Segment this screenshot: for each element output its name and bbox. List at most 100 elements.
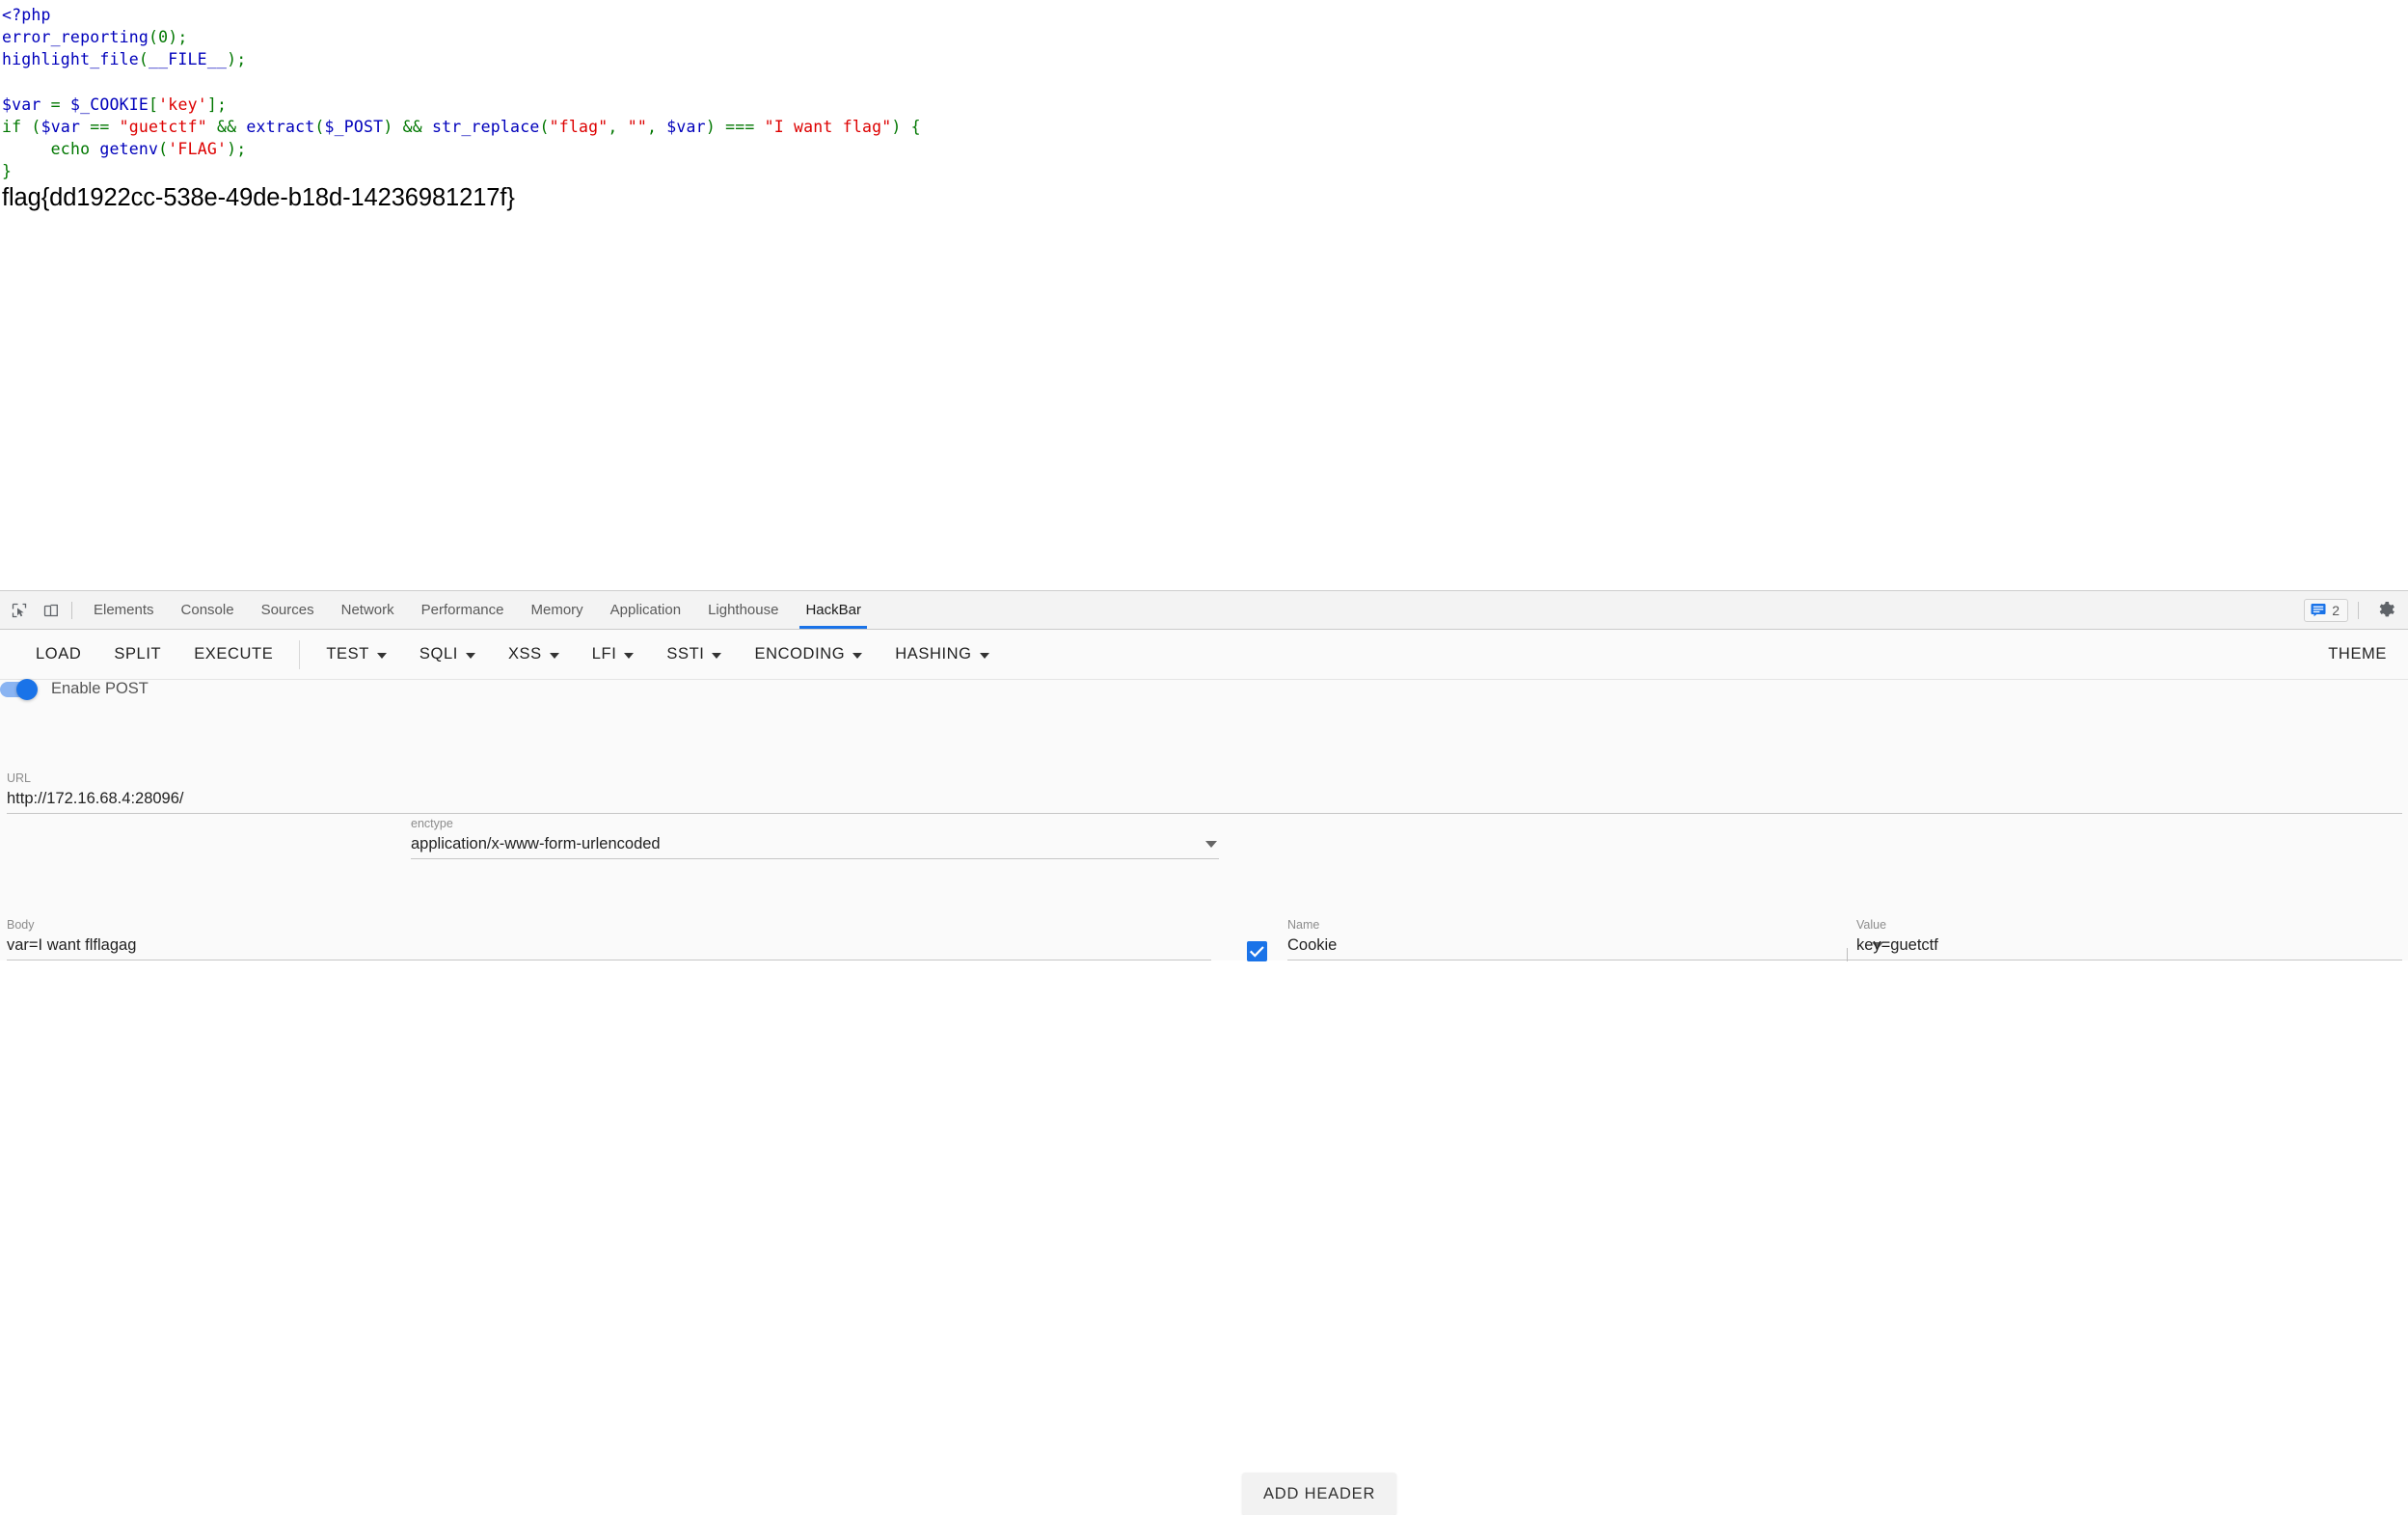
devtools-tab-label: Performance xyxy=(420,602,504,618)
code-token: ( xyxy=(539,118,550,137)
code-line: highlight_file(__FILE__); xyxy=(2,48,921,70)
theme-button[interactable]: THEME xyxy=(2328,630,2387,679)
hackbar-menu-xss[interactable]: XSS xyxy=(492,630,576,679)
hackbar-form: URL http://172.16.68.4:28096/ Enable POS… xyxy=(0,678,2408,1515)
hackbar-menu-sqli[interactable]: SQLI xyxy=(403,630,492,679)
code-token: = xyxy=(41,95,70,114)
hackbar-menu-ssti[interactable]: SSTI xyxy=(650,630,738,679)
enctype-select-value[interactable]: application/x-www-form-urlencoded xyxy=(411,833,661,854)
header-name-field[interactable]: Name Cookie xyxy=(1247,918,1885,961)
code-token: getenv xyxy=(99,140,159,159)
chevron-down-icon[interactable] xyxy=(465,652,475,659)
code-token: && xyxy=(206,118,247,137)
code-token: highlight_file xyxy=(2,50,139,69)
header-name-label: Name xyxy=(1287,918,1320,932)
devtools-tab-label: Console xyxy=(180,602,234,618)
add-header-button[interactable]: ADD HEADER xyxy=(1242,1473,1397,1515)
header-name-input[interactable]: Cookie xyxy=(1287,934,1337,956)
code-line: echo getenv('FLAG'); xyxy=(2,138,921,160)
flag-output-text: flag{dd1922cc-538e-49de-b18d-14236981217… xyxy=(2,184,515,211)
code-token: ( xyxy=(21,118,41,137)
code-token: ); xyxy=(227,50,247,69)
hackbar-menu-label: SSTI xyxy=(666,645,705,663)
header-field-divider xyxy=(1847,948,1848,961)
header-value-input[interactable]: key=guetctf xyxy=(1856,934,2402,956)
devtools-tabbar: Elements Console Sources Network Performance… xyxy=(0,591,2408,630)
devtools-tab-label: Network xyxy=(340,602,394,618)
chevron-down-icon[interactable] xyxy=(852,652,863,659)
devtools-tab-elements[interactable]: Elements xyxy=(80,591,168,629)
body-field[interactable]: Body var=I want flflagag xyxy=(7,918,1211,960)
hackbar-menu-label: LOAD xyxy=(36,645,82,663)
hackbar-menu-split[interactable]: SPLIT xyxy=(97,630,177,679)
hackbar-panel: LOAD SPLIT EXECUTE TEST SQLI XSS LFI SSTI ENCODI… xyxy=(0,630,2408,1515)
code-token: __FILE__ xyxy=(149,50,228,69)
hackbar-menu-execute[interactable]: EXECUTE xyxy=(177,630,289,679)
chevron-down-icon[interactable] xyxy=(549,652,559,659)
header-enabled-checkbox[interactable] xyxy=(1247,941,1267,961)
code-token: "I want flag" xyxy=(764,118,892,137)
hackbar-menu-lfi[interactable]: LFI xyxy=(576,630,651,679)
devtools-tab-console[interactable]: Console xyxy=(168,591,248,629)
enctype-field[interactable]: enctype application/x-www-form-urlencode… xyxy=(411,817,1219,859)
hackbar-menu-hashing[interactable]: HASHING xyxy=(879,630,1005,679)
devtools-tab-label: Memory xyxy=(530,602,583,618)
enable-post-row[interactable]: Enable POST xyxy=(0,678,2408,700)
hackbar-menu-label: XSS xyxy=(507,645,542,663)
devtools-tab-hackbar[interactable]: HackBar xyxy=(792,591,875,629)
code-token: 'FLAG' xyxy=(168,140,228,159)
devtools-tab-label: Application xyxy=(609,602,682,618)
chevron-down-icon[interactable] xyxy=(979,652,989,659)
chevron-down-icon[interactable] xyxy=(624,652,635,659)
enable-post-toggle[interactable] xyxy=(0,678,38,700)
hackbar-menu-load[interactable]: LOAD xyxy=(19,630,97,679)
devtools-tab-memory[interactable]: Memory xyxy=(518,591,597,629)
hackbar-menu-label: TEST xyxy=(326,645,369,663)
code-token: (0); xyxy=(149,28,188,47)
code-token: , xyxy=(608,118,628,137)
gear-icon[interactable] xyxy=(2373,597,2400,624)
toolbar-divider xyxy=(71,601,72,619)
devtools-tab-sources[interactable]: Sources xyxy=(248,591,328,629)
devtools-toolbar-right: 2 xyxy=(2304,591,2400,629)
code-token: 'key' xyxy=(158,95,207,114)
php-source-listing: <?php error_reporting(0); highlight_file(_… xyxy=(2,4,921,183)
chevron-down-icon[interactable] xyxy=(376,652,387,659)
code-token: ( xyxy=(158,140,169,159)
header-value-field[interactable]: Value key=guetctf xyxy=(1856,918,2402,960)
device-toolbar-icon[interactable] xyxy=(38,597,65,624)
url-field[interactable]: URL http://172.16.68.4:28096/ xyxy=(7,771,2402,814)
code-line: $var = $_COOKIE['key']; xyxy=(2,94,921,116)
hackbar-menu-label: HASHING xyxy=(895,645,972,663)
toolbar-divider-right xyxy=(2358,601,2359,619)
inspect-element-icon[interactable] xyxy=(6,597,33,624)
code-token: ( xyxy=(314,118,325,137)
code-line: <?php xyxy=(2,4,921,26)
chevron-down-icon[interactable] xyxy=(712,652,722,659)
devtools-tab-network[interactable]: Network xyxy=(328,591,408,629)
message-count-chip[interactable]: 2 xyxy=(2304,598,2348,622)
url-input[interactable]: http://172.16.68.4:28096/ xyxy=(7,788,2402,809)
hackbar-menu-label: LFI xyxy=(591,645,617,663)
menu-divider xyxy=(299,639,301,669)
devtools-tab-performance[interactable]: Performance xyxy=(408,591,518,629)
code-token: $_POST xyxy=(324,118,384,137)
code-token: "flag" xyxy=(549,118,609,137)
message-count-label: 2 xyxy=(2332,602,2340,618)
code-token: ]; xyxy=(206,95,228,114)
chevron-down-icon[interactable] xyxy=(1205,841,1217,848)
hackbar-menu-label: ENCODING xyxy=(754,645,846,663)
devtools-tab-application[interactable]: Application xyxy=(597,591,694,629)
hackbar-menu-encoding[interactable]: ENCODING xyxy=(738,630,879,679)
code-token: ) === xyxy=(705,118,765,137)
hackbar-menu-test[interactable]: TEST xyxy=(310,630,403,679)
code-token: echo xyxy=(50,140,100,159)
browser-page-content: <?php error_reporting(0); highlight_file(_… xyxy=(0,0,2408,590)
code-token: extract xyxy=(246,118,315,137)
devtools-tab-lighthouse[interactable]: Lighthouse xyxy=(694,591,792,629)
code-token: if xyxy=(2,118,22,137)
body-input[interactable]: var=I want flflagag xyxy=(7,934,1211,956)
code-token: ) && xyxy=(383,118,432,137)
